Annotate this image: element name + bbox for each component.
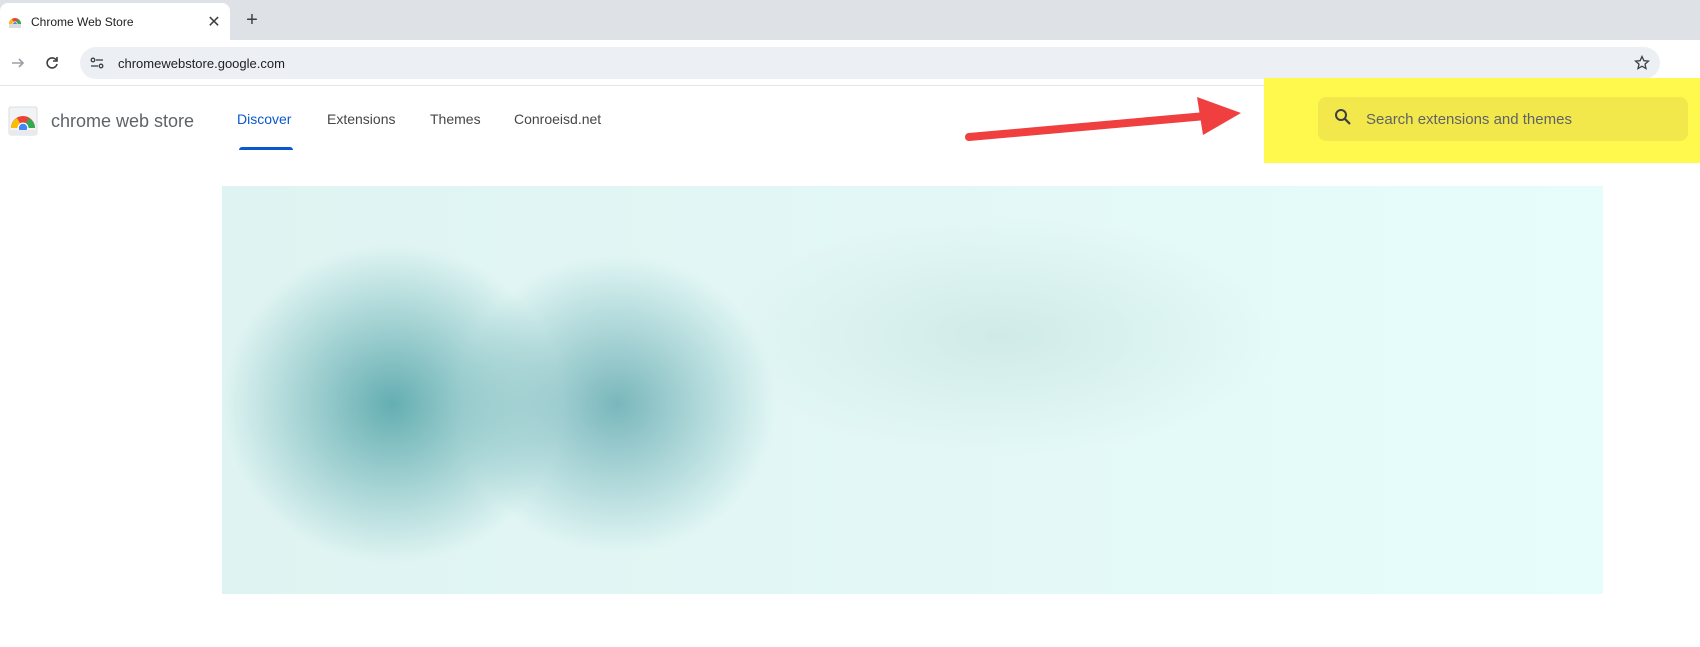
tab-extensions[interactable]: Extensions	[327, 111, 395, 127]
tab-conroeisd[interactable]: Conroeisd.net	[514, 111, 601, 127]
search-input[interactable]: Search extensions and themes	[1318, 97, 1688, 141]
red-arrow-annotation	[965, 95, 1245, 150]
reload-icon[interactable]	[38, 49, 66, 77]
tab-themes[interactable]: Themes	[430, 111, 481, 127]
chrome-web-store-favicon-icon	[8, 15, 22, 29]
search-icon	[1334, 108, 1352, 131]
url-text: chromewebstore.google.com	[118, 55, 285, 71]
tab-chrome-web-store[interactable]: Chrome Web Store ✕	[0, 3, 230, 40]
forward-arrow-icon[interactable]	[4, 49, 32, 77]
hero-banner-image[interactable]	[222, 186, 1603, 594]
site-info-icon[interactable]	[84, 50, 110, 76]
address-bar[interactable]: chromewebstore.google.com	[80, 47, 1660, 79]
bookmark-star-icon[interactable]	[1630, 51, 1654, 75]
tab-discover[interactable]: Discover	[237, 111, 291, 127]
page-content: chrome web store Discover Extensions The…	[0, 78, 1700, 647]
search-placeholder: Search extensions and themes	[1366, 110, 1572, 128]
store-brand-name: chrome web store	[51, 110, 195, 131]
tab-title: Chrome Web Store	[31, 14, 134, 29]
close-icon[interactable]: ✕	[204, 12, 224, 32]
chrome-web-store-logo-icon	[8, 106, 38, 136]
tab-strip: Chrome Web Store ✕ +	[0, 0, 1700, 40]
active-tab-indicator	[239, 147, 293, 150]
store-logo[interactable]: chrome web store	[8, 106, 194, 136]
plus-icon[interactable]: +	[240, 8, 264, 32]
